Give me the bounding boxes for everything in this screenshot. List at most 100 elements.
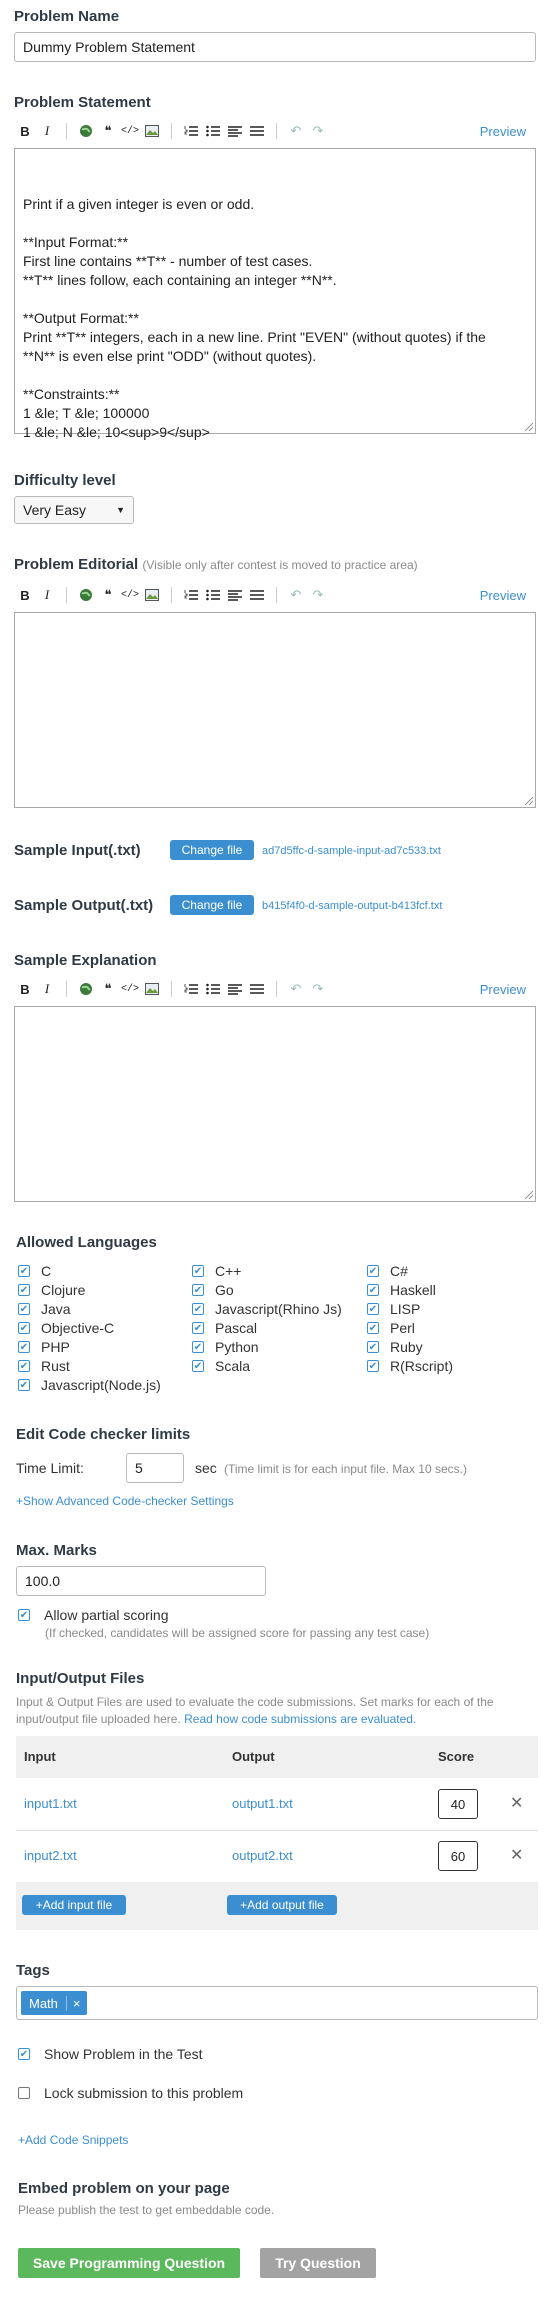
language-option[interactable]: ✔ C [18, 1263, 51, 1279]
problem-statement-editor[interactable]: Print if a given integer is even or odd.… [14, 148, 536, 440]
language-option[interactable]: ✔ Scala [192, 1358, 250, 1374]
language-option[interactable]: ✔ Perl [367, 1320, 415, 1336]
add-input-file-button[interactable]: +Add input file [22, 1895, 126, 1915]
language-option[interactable]: ✔ R(Rscript) [367, 1358, 453, 1374]
score-input[interactable]: 40 [438, 1789, 478, 1819]
bullet-list-icon[interactable] [202, 120, 224, 142]
language-option[interactable]: ✔ C++ [192, 1263, 241, 1279]
language-checkbox[interactable]: ✔ [18, 1341, 30, 1353]
language-option[interactable]: ✔ Clojure [18, 1282, 85, 1298]
language-checkbox[interactable]: ✔ [367, 1322, 379, 1334]
save-question-button[interactable]: Save Programming Question [18, 2248, 240, 2278]
link-icon[interactable] [75, 584, 97, 606]
language-option[interactable]: ✔ Objective-C [18, 1320, 114, 1336]
show-problem-row[interactable]: ✔ Show Problem in the Test [18, 2046, 203, 2062]
language-option[interactable]: ✔ Go [192, 1282, 234, 1298]
show-problem-checkbox[interactable]: ✔ [18, 2048, 30, 2060]
remove-file-icon[interactable]: ✕ [510, 1793, 523, 1813]
language-checkbox[interactable]: ✔ [192, 1284, 204, 1296]
language-checkbox[interactable]: ✔ [18, 1360, 30, 1372]
link-icon[interactable] [75, 978, 97, 1000]
language-option[interactable]: ✔ Ruby [367, 1339, 423, 1355]
explanation-preview-link[interactable]: Preview [480, 982, 526, 997]
input-file-link[interactable]: input1.txt [24, 1796, 77, 1811]
image-icon[interactable] [141, 978, 163, 1000]
italic-button[interactable]: I [36, 120, 58, 142]
language-checkbox[interactable]: ✔ [192, 1322, 204, 1334]
redo-icon[interactable]: ↷ [307, 584, 329, 606]
language-checkbox[interactable]: ✔ [192, 1265, 204, 1277]
language-checkbox[interactable]: ✔ [367, 1303, 379, 1315]
problem-name-input[interactable]: Dummy Problem Statement [14, 32, 536, 62]
input-file-link[interactable]: input2.txt [24, 1848, 77, 1863]
ordered-list-icon[interactable] [180, 978, 202, 1000]
undo-icon[interactable]: ↶ [285, 584, 307, 606]
bold-button[interactable]: B [14, 584, 36, 606]
code-icon[interactable]: </> [119, 584, 141, 606]
sample-output-file-link[interactable]: b415f4f0-d-sample-output-b413fcf.txt [262, 900, 442, 912]
language-checkbox[interactable]: ✔ [367, 1360, 379, 1372]
language-checkbox[interactable]: ✔ [192, 1303, 204, 1315]
heading-icon[interactable] [224, 584, 246, 606]
resize-handle[interactable] [525, 423, 533, 431]
horizontal-rule-icon[interactable] [246, 978, 268, 1000]
score-input[interactable]: 60 [438, 1841, 478, 1871]
italic-button[interactable]: I [36, 978, 58, 1000]
redo-icon[interactable]: ↷ [307, 978, 329, 1000]
partial-scoring-checkbox[interactable]: ✔ [18, 1609, 30, 1621]
output-file-link[interactable]: output2.txt [232, 1848, 293, 1863]
explanation-editor[interactable] [14, 1006, 536, 1202]
bullet-list-icon[interactable] [202, 978, 224, 1000]
language-option[interactable]: ✔ Javascript(Node.js) [18, 1377, 161, 1393]
ordered-list-icon[interactable] [180, 120, 202, 142]
language-option[interactable]: ✔ Java [18, 1301, 71, 1317]
sample-output-change-button[interactable]: Change file [170, 895, 254, 915]
language-checkbox[interactable]: ✔ [18, 1303, 30, 1315]
lock-submission-row[interactable]: Lock submission to this problem [18, 2085, 243, 2101]
max-marks-input[interactable]: 100.0 [16, 1566, 266, 1596]
ordered-list-icon[interactable] [180, 584, 202, 606]
lock-submission-checkbox[interactable] [18, 2087, 30, 2099]
bullet-list-icon[interactable] [202, 584, 224, 606]
resize-handle[interactable] [525, 1191, 533, 1199]
bold-button[interactable]: B [14, 978, 36, 1000]
language-checkbox[interactable]: ✔ [18, 1265, 30, 1277]
language-option[interactable]: ✔ Javascript(Rhino Js) [192, 1301, 342, 1317]
bold-button[interactable]: B [14, 120, 36, 142]
resize-handle[interactable] [525, 797, 533, 805]
language-checkbox[interactable]: ✔ [192, 1360, 204, 1372]
heading-icon[interactable] [224, 978, 246, 1000]
code-icon[interactable]: </> [119, 120, 141, 142]
language-checkbox[interactable]: ✔ [367, 1341, 379, 1353]
language-option[interactable]: ✔ Rust [18, 1358, 70, 1374]
italic-button[interactable]: I [36, 584, 58, 606]
statement-preview-link[interactable]: Preview [480, 124, 526, 139]
output-file-link[interactable]: output1.txt [232, 1796, 293, 1811]
language-option[interactable]: ✔ Python [192, 1339, 259, 1355]
quote-icon[interactable]: ❝ [97, 120, 119, 142]
language-option[interactable]: ✔ LISP [367, 1301, 420, 1317]
partial-scoring-row[interactable]: ✔ Allow partial scoring [18, 1607, 169, 1623]
heading-icon[interactable] [224, 120, 246, 142]
sample-input-file-link[interactable]: ad7d5ffc-d-sample-input-ad7c533.txt [262, 845, 441, 857]
image-icon[interactable] [141, 120, 163, 142]
editorial-preview-link[interactable]: Preview [480, 588, 526, 603]
language-checkbox[interactable]: ✔ [18, 1322, 30, 1334]
difficulty-select[interactable]: Very Easy ▼ [14, 496, 134, 524]
editorial-editor[interactable] [14, 612, 536, 808]
remove-tag-icon[interactable]: × [65, 1995, 87, 2011]
language-option[interactable]: ✔ Pascal [192, 1320, 257, 1336]
quote-icon[interactable]: ❝ [97, 978, 119, 1000]
horizontal-rule-icon[interactable] [246, 584, 268, 606]
language-checkbox[interactable]: ✔ [367, 1284, 379, 1296]
horizontal-rule-icon[interactable] [246, 120, 268, 142]
time-limit-input[interactable]: 5 [126, 1453, 184, 1483]
language-checkbox[interactable]: ✔ [192, 1341, 204, 1353]
tags-input[interactable]: Math × [16, 1986, 538, 2020]
redo-icon[interactable]: ↷ [307, 120, 329, 142]
advanced-settings-link[interactable]: +Show Advanced Code-checker Settings [16, 1494, 234, 1508]
sample-input-change-button[interactable]: Change file [170, 840, 254, 860]
quote-icon[interactable]: ❝ [97, 584, 119, 606]
add-code-snippets-link[interactable]: +Add Code Snippets [18, 2133, 128, 2147]
evaluation-help-link[interactable]: Read how code submissions are evaluated. [184, 1712, 416, 1726]
